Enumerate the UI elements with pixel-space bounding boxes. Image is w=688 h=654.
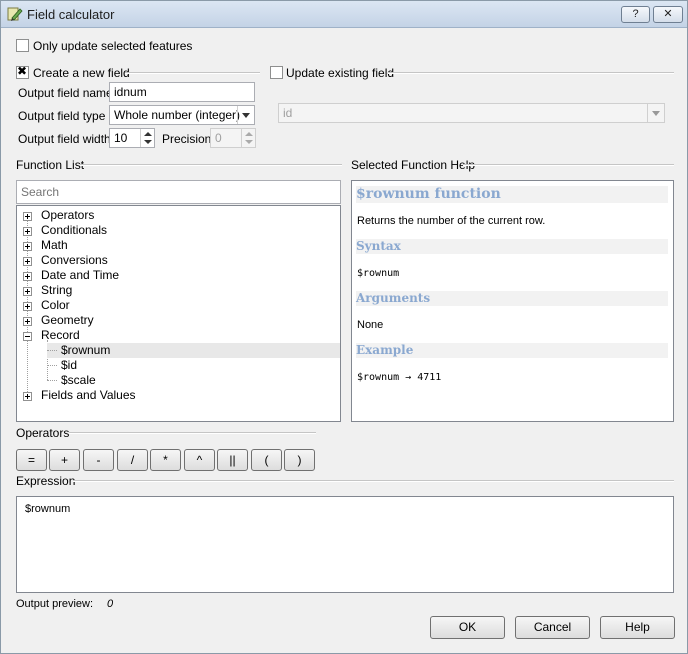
output-field-type-value: Whole number (integer) bbox=[114, 108, 241, 122]
field-calculator-window: Field calculator ? ✕ Only update selecte… bbox=[0, 0, 688, 654]
tree-item-conversions[interactable]: Conversions bbox=[17, 253, 337, 268]
help-arguments-heading: Arguments bbox=[356, 291, 668, 306]
tree-item-string[interactable]: String bbox=[17, 283, 337, 298]
update-existing-divider bbox=[388, 72, 674, 74]
output-field-width-spinbox[interactable]: 10 bbox=[109, 128, 155, 148]
title-help-button[interactable]: ? bbox=[621, 6, 650, 23]
precision-spinbox[interactable]: 0 bbox=[210, 128, 256, 148]
tree-item-scale[interactable]: $scale bbox=[17, 373, 337, 388]
tree-item-fields-and-values[interactable]: Fields and Values bbox=[17, 388, 337, 403]
expression-text: $rownum bbox=[25, 503, 71, 515]
precision-label: Precision bbox=[162, 132, 212, 146]
tree-item-conditionals[interactable]: Conditionals bbox=[17, 223, 337, 238]
function-list-label: Function List bbox=[16, 158, 85, 172]
help-title: $rownum function bbox=[356, 186, 668, 203]
collapse-minus-icon[interactable] bbox=[23, 332, 32, 341]
help-description: Returns the number of the current row. bbox=[357, 215, 546, 227]
cancel-button[interactable]: Cancel bbox=[515, 616, 590, 639]
expand-plus-icon[interactable] bbox=[23, 272, 32, 281]
tree-item-record[interactable]: Record bbox=[17, 328, 337, 343]
chevron-down-icon[interactable] bbox=[237, 106, 254, 124]
tree-item-color[interactable]: Color bbox=[17, 298, 337, 313]
calculator-pencil-icon bbox=[7, 7, 23, 21]
operator-close-paren-button[interactable]: ) bbox=[284, 449, 315, 471]
expand-plus-icon[interactable] bbox=[23, 257, 32, 266]
operator-divide-button[interactable]: / bbox=[117, 449, 148, 471]
operator-power-button[interactable]: ^ bbox=[184, 449, 215, 471]
window-title: Field calculator bbox=[27, 7, 115, 22]
operator-concat-button[interactable]: || bbox=[217, 449, 248, 471]
only-selected-label: Only update selected features bbox=[33, 39, 193, 53]
expand-plus-icon[interactable] bbox=[23, 212, 32, 221]
operator-minus-button[interactable]: - bbox=[83, 449, 114, 471]
create-new-field-checkbox[interactable] bbox=[16, 64, 29, 79]
tree-item-date-and-time[interactable]: Date and Time bbox=[17, 268, 337, 283]
output-field-width-label: Output field width bbox=[18, 132, 111, 146]
search-input[interactable] bbox=[16, 180, 341, 204]
expand-plus-icon[interactable] bbox=[23, 317, 32, 326]
output-preview-value: 0 bbox=[107, 598, 114, 610]
function-help-divider bbox=[463, 164, 674, 166]
function-tree[interactable]: Operators Conditionals Math Conversions … bbox=[16, 205, 341, 422]
operator-plus-button[interactable]: + bbox=[49, 449, 80, 471]
only-selected-checkbox[interactable] bbox=[16, 39, 29, 52]
expand-plus-icon[interactable] bbox=[23, 227, 32, 236]
help-button[interactable]: Help bbox=[600, 616, 675, 639]
expand-plus-icon[interactable] bbox=[23, 392, 32, 401]
function-help-panel: $rownum function Returns the number of t… bbox=[351, 180, 674, 422]
update-existing-field-label: Update existing field bbox=[286, 66, 395, 80]
tree-item-math[interactable]: Math bbox=[17, 238, 337, 253]
help-syntax: $rownum bbox=[357, 268, 400, 279]
help-example-heading: Example bbox=[356, 343, 668, 358]
output-field-width-value: 10 bbox=[114, 131, 128, 145]
expand-plus-icon[interactable] bbox=[23, 287, 32, 296]
help-arguments: None bbox=[357, 319, 384, 331]
existing-field-value: id bbox=[283, 106, 293, 120]
ok-button[interactable]: OK bbox=[430, 616, 505, 639]
tree-item-operators[interactable]: Operators bbox=[17, 208, 337, 223]
title-close-button[interactable]: ✕ bbox=[653, 6, 683, 23]
precision-stepper-icon[interactable] bbox=[241, 129, 255, 147]
expand-plus-icon[interactable] bbox=[23, 302, 32, 311]
help-example: $rownum → 4711 bbox=[357, 372, 442, 383]
operator-multiply-button[interactable]: * bbox=[150, 449, 181, 471]
operators-divider bbox=[69, 432, 316, 434]
create-new-field-label: Create a new field bbox=[33, 66, 130, 80]
output-field-type-label: Output field type bbox=[18, 109, 106, 123]
expression-editor[interactable]: $rownum bbox=[16, 496, 674, 593]
output-field-type-combo[interactable]: Whole number (integer) bbox=[109, 105, 255, 125]
help-syntax-heading: Syntax bbox=[356, 239, 668, 254]
output-field-name-label: Output field name bbox=[18, 86, 113, 100]
expression-divider bbox=[73, 480, 674, 482]
title-bar[interactable]: Field calculator ? ✕ bbox=[1, 1, 687, 28]
output-field-name-input[interactable]: idnum bbox=[109, 82, 255, 102]
operator-equals-button[interactable]: = bbox=[16, 449, 47, 471]
operators-label: Operators bbox=[16, 426, 70, 440]
expand-plus-icon[interactable] bbox=[23, 242, 32, 251]
function-list-divider bbox=[80, 164, 342, 166]
operator-open-paren-button[interactable]: ( bbox=[251, 449, 282, 471]
create-new-divider bbox=[125, 72, 260, 74]
tree-item-geometry[interactable]: Geometry bbox=[17, 313, 337, 328]
tree-item-id[interactable]: $id bbox=[17, 358, 337, 373]
update-existing-field-checkbox[interactable] bbox=[270, 66, 283, 79]
output-preview-label: Output preview: bbox=[16, 598, 94, 610]
existing-field-combo[interactable]: id bbox=[278, 103, 665, 123]
tree-item-rownum[interactable]: $rownum bbox=[17, 343, 337, 358]
precision-value: 0 bbox=[215, 131, 222, 145]
expression-label: Expression bbox=[16, 474, 76, 488]
function-help-label: Selected Function Help bbox=[351, 158, 476, 172]
chevron-down-icon[interactable] bbox=[647, 104, 664, 122]
width-stepper-icon[interactable] bbox=[140, 129, 154, 147]
